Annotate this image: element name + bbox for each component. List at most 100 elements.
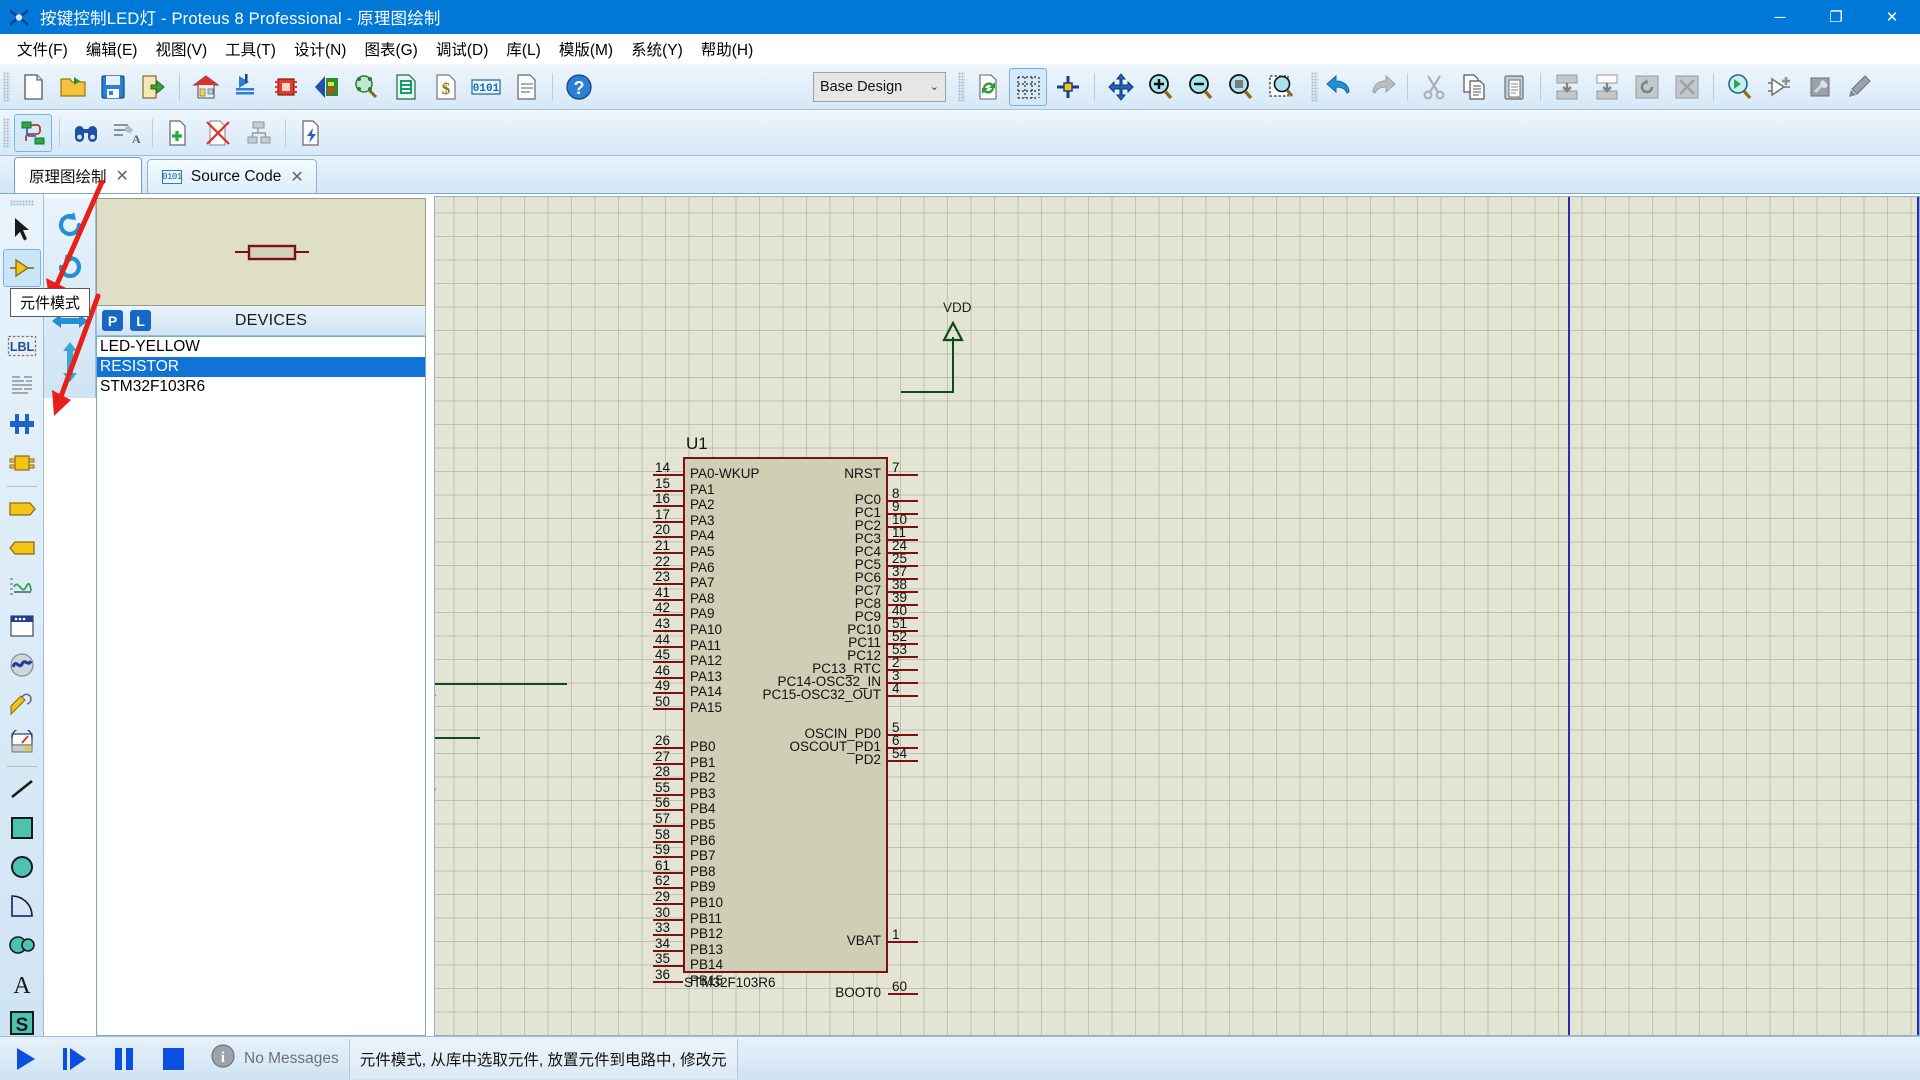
new-sheet-icon[interactable] bbox=[160, 114, 198, 152]
toggle-grid-icon[interactable] bbox=[1009, 67, 1047, 106]
netlist-transfer-icon[interactable] bbox=[14, 113, 52, 152]
simulation-play-button[interactable] bbox=[3, 1039, 49, 1079]
voltage-probe-mode-icon[interactable] bbox=[3, 685, 41, 723]
bom-cost-icon[interactable]: $ bbox=[427, 68, 465, 106]
menu-edit[interactable]: 编辑(E) bbox=[77, 35, 147, 63]
close-icon[interactable]: ✕ bbox=[290, 167, 303, 187]
design-explorer-icon[interactable] bbox=[347, 68, 385, 106]
toolbar-grip[interactable] bbox=[3, 71, 10, 102]
simulation-step-button[interactable] bbox=[52, 1039, 98, 1079]
circle-tool-icon[interactable] bbox=[3, 848, 41, 886]
toolbar-grip[interactable] bbox=[3, 117, 10, 148]
paste-icon[interactable] bbox=[1495, 68, 1533, 106]
save-icon[interactable] bbox=[94, 68, 132, 106]
vdd-net-wire-vertical[interactable] bbox=[952, 337, 954, 393]
graph-mode-icon[interactable] bbox=[3, 568, 41, 606]
menu-graph[interactable]: 图表(G) bbox=[355, 35, 426, 63]
search-icon[interactable] bbox=[67, 114, 105, 152]
decompose-icon[interactable] bbox=[1841, 68, 1879, 106]
redo-icon[interactable] bbox=[1362, 68, 1400, 106]
mirror-vertical-icon[interactable] bbox=[56, 340, 84, 384]
block-delete-icon[interactable] bbox=[1668, 68, 1706, 106]
rotate-clockwise-icon[interactable] bbox=[50, 206, 90, 246]
arc-tool-icon[interactable] bbox=[3, 887, 41, 925]
schematic-canvas[interactable]: U1 STM32F103R6 VDD W W 14PA0-WKUP15PA116… bbox=[434, 196, 1920, 1036]
device-pin-mode-icon[interactable] bbox=[3, 529, 41, 567]
menu-tools[interactable]: 工具(T) bbox=[216, 35, 285, 63]
menu-view[interactable]: 视图(V) bbox=[146, 35, 216, 63]
list-item[interactable]: STM32F103R6 bbox=[97, 377, 425, 397]
3d-viewer-icon[interactable] bbox=[307, 68, 345, 106]
menu-template[interactable]: 模版(M) bbox=[550, 35, 622, 63]
list-item[interactable]: LED-YELLOW bbox=[97, 337, 425, 357]
devices-list[interactable]: LED-YELLOW RESISTOR STM32F103R6 bbox=[96, 336, 426, 1036]
undo-icon[interactable] bbox=[1322, 68, 1360, 106]
menu-file[interactable]: 文件(F) bbox=[8, 35, 77, 63]
box-tool-icon[interactable] bbox=[3, 809, 41, 847]
minimize-button[interactable]: ─ bbox=[1752, 0, 1808, 34]
help-icon[interactable]: ? bbox=[560, 68, 598, 106]
menu-debug[interactable]: 调试(D) bbox=[427, 35, 498, 63]
remove-sheet-icon[interactable] bbox=[200, 114, 238, 152]
zoom-area-icon[interactable] bbox=[1262, 68, 1300, 106]
cut-icon[interactable] bbox=[1415, 68, 1453, 106]
source-code-icon[interactable]: 0101 bbox=[467, 68, 505, 106]
toolbar-grip[interactable] bbox=[958, 71, 965, 102]
design-selector[interactable]: Base Design ⌄ bbox=[813, 71, 946, 102]
pcb-layout-icon[interactable] bbox=[267, 68, 305, 106]
zoom-out-icon[interactable] bbox=[1182, 68, 1220, 106]
pan-icon[interactable] bbox=[1102, 68, 1140, 106]
tape-recorder-mode-icon[interactable] bbox=[3, 607, 41, 645]
block-rotate-icon[interactable] bbox=[1628, 68, 1666, 106]
menu-library[interactable]: 库(L) bbox=[497, 35, 549, 63]
buses-mode-icon[interactable] bbox=[3, 405, 41, 443]
virtual-instrument-mode-icon[interactable] bbox=[3, 724, 41, 762]
simulation-stop-button[interactable] bbox=[150, 1039, 196, 1079]
terminals-mode-icon[interactable] bbox=[3, 490, 41, 528]
schematic-capture-icon[interactable] bbox=[227, 68, 265, 106]
toolbar-grip[interactable] bbox=[9, 200, 34, 206]
open-folder-icon[interactable] bbox=[54, 68, 92, 106]
pick-device-badge[interactable]: P bbox=[102, 310, 123, 331]
hierarchy-icon[interactable] bbox=[240, 114, 278, 152]
zoom-all-icon[interactable] bbox=[1222, 68, 1260, 106]
block-move-icon[interactable] bbox=[1588, 68, 1626, 106]
toolbar-grip[interactable] bbox=[1311, 71, 1318, 102]
path-tool-icon[interactable] bbox=[3, 926, 41, 964]
message-status[interactable]: i No Messages bbox=[210, 1043, 339, 1074]
zoom-in-icon[interactable] bbox=[1142, 68, 1180, 106]
report-icon[interactable] bbox=[507, 68, 545, 106]
make-device-icon[interactable] bbox=[1761, 68, 1799, 106]
tab-schematic-capture[interactable]: 原理图绘制 ✕ bbox=[14, 157, 142, 193]
origin-icon[interactable] bbox=[1049, 68, 1087, 106]
maximize-button[interactable]: ❐ bbox=[1808, 0, 1864, 34]
bill-of-materials-icon[interactable] bbox=[387, 68, 425, 106]
exit-icon[interactable] bbox=[134, 68, 172, 106]
text-tool-icon[interactable]: A bbox=[3, 965, 41, 1003]
packaging-tool-icon[interactable] bbox=[1801, 68, 1839, 106]
menu-help[interactable]: 帮助(H) bbox=[692, 35, 763, 63]
close-button[interactable]: ✕ bbox=[1864, 0, 1920, 34]
property-assign-icon[interactable]: A bbox=[107, 114, 145, 152]
line-tool-icon[interactable] bbox=[3, 770, 41, 808]
list-item[interactable]: RESISTOR bbox=[97, 357, 425, 377]
home-icon[interactable] bbox=[187, 68, 225, 106]
block-copy-icon[interactable] bbox=[1548, 68, 1586, 106]
simulation-pause-button[interactable] bbox=[101, 1039, 147, 1079]
subcircuit-mode-icon[interactable] bbox=[3, 444, 41, 482]
vdd-net-wire-horizontal[interactable] bbox=[901, 391, 954, 393]
menu-system[interactable]: 系统(Y) bbox=[622, 35, 692, 63]
refresh-icon[interactable] bbox=[969, 68, 1007, 106]
tab-source-code[interactable]: 0101 Source Code ✕ bbox=[146, 159, 317, 193]
component-mode-icon[interactable] bbox=[2, 249, 41, 287]
generator-mode-icon[interactable] bbox=[3, 646, 41, 684]
library-badge[interactable]: L bbox=[130, 310, 151, 331]
pick-device-icon[interactable] bbox=[1721, 68, 1759, 106]
wire-label-mode-icon[interactable]: LBL bbox=[3, 327, 41, 365]
selection-mode-icon[interactable] bbox=[3, 210, 41, 248]
rotate-anticlockwise-icon[interactable] bbox=[50, 248, 90, 288]
netlist-compile-icon[interactable] bbox=[293, 114, 331, 152]
copy-icon[interactable] bbox=[1455, 68, 1493, 106]
close-icon[interactable]: ✕ bbox=[116, 166, 129, 186]
menu-design[interactable]: 设计(N) bbox=[285, 35, 356, 63]
